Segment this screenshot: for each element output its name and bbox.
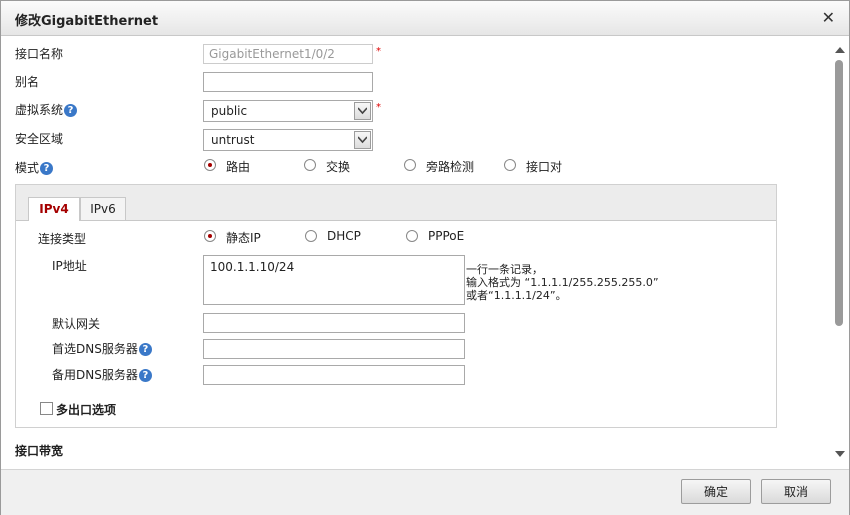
gateway-label: 默认网关 — [52, 317, 101, 331]
mode-radio-switch[interactable] — [304, 159, 316, 171]
help-icon[interactable]: ? — [40, 162, 54, 175]
dns2-label: 备用DNS服务器? — [52, 366, 152, 383]
ok-button[interactable]: 确定 — [681, 479, 751, 504]
conn-radio-static[interactable] — [204, 230, 216, 242]
help-icon[interactable]: ? — [138, 369, 152, 382]
multi-egress-checkbox[interactable] — [40, 402, 53, 415]
content-scrollbar[interactable] — [831, 36, 849, 468]
scroll-down-icon[interactable] — [834, 448, 846, 458]
scrollbar-thumb[interactable] — [835, 60, 843, 326]
mode-option-pair-label: 接口对 — [526, 160, 563, 174]
dialog-title: 修改GigabitEthernet — [15, 14, 159, 29]
mode-radio-pair[interactable] — [504, 159, 516, 171]
interface-name-label: 接口名称 — [15, 47, 64, 61]
dns1-input[interactable] — [203, 339, 465, 359]
vsys-label-text: 虚拟系统 — [15, 103, 64, 117]
zone-select-value: untrust — [211, 133, 255, 147]
mode-radio-route[interactable] — [204, 159, 216, 171]
tab-ipv4[interactable]: IPv4 — [28, 197, 80, 221]
cancel-button[interactable]: 取消 — [761, 479, 831, 504]
ip-address-label: IP地址 — [52, 259, 87, 273]
vsys-label: 虚拟系统? — [15, 101, 78, 118]
mode-option-bypass-label: 旁路检测 — [426, 160, 475, 174]
mode-option-route-label: 路由 — [226, 160, 251, 174]
conn-option-pppoe-label: PPPoE — [428, 229, 465, 243]
dns1-label: 首选DNS服务器? — [52, 340, 152, 357]
ip-config-panel: IPv4 IPv6 连接类型 静态IP DHCP PPPoE IP地址 100.… — [15, 184, 777, 428]
dns2-input[interactable] — [203, 365, 465, 385]
conn-radio-dhcp[interactable] — [305, 230, 317, 242]
dialog-footer: 确定 取消 — [1, 469, 849, 515]
scroll-up-icon[interactable] — [834, 44, 846, 54]
alias-input[interactable] — [203, 72, 373, 92]
required-mark: * — [376, 102, 381, 113]
conn-option-static-label: 静态IP — [226, 231, 261, 245]
edit-interface-dialog: 修改GigabitEthernet ✕ 接口名称 GigabitEthernet… — [0, 0, 850, 515]
gateway-input[interactable] — [203, 313, 465, 333]
conn-radio-pppoe[interactable] — [406, 230, 418, 242]
zone-label: 安全区域 — [15, 132, 64, 146]
help-icon[interactable]: ? — [138, 343, 152, 356]
tab-ipv6[interactable]: IPv6 — [80, 197, 126, 220]
tab-strip: IPv4 IPv6 — [16, 185, 776, 221]
bandwidth-section-title: 接口带宽 — [15, 444, 64, 458]
vsys-select-value: public — [211, 104, 248, 118]
dialog-titlebar: 修改GigabitEthernet ✕ — [1, 1, 849, 36]
chevron-down-icon[interactable] — [354, 131, 371, 149]
conn-type-label: 连接类型 — [38, 232, 87, 246]
mode-radio-bypass[interactable] — [404, 159, 416, 171]
ip-format-hint-line2: 输入格式为 “1.1.1.1/255.255.255.0” — [466, 276, 659, 289]
ip-format-hint-line1: 一行一条记录， — [466, 263, 543, 276]
mode-label-text: 模式 — [15, 161, 40, 175]
zone-select[interactable]: untrust — [203, 129, 373, 151]
mode-label: 模式? — [15, 159, 54, 176]
alias-label: 别名 — [15, 75, 40, 89]
dialog-content: 接口名称 GigabitEthernet1/0/2 * 别名 虚拟系统? pub… — [1, 36, 831, 468]
close-icon[interactable]: ✕ — [822, 8, 835, 27]
dns2-label-text: 备用DNS服务器 — [52, 368, 138, 382]
interface-name-field: GigabitEthernet1/0/2 — [203, 44, 373, 64]
help-icon[interactable]: ? — [64, 104, 78, 117]
ip-format-hint-line3: 或者“1.1.1.1/24”。 — [466, 289, 567, 302]
dns1-label-text: 首选DNS服务器 — [52, 342, 138, 356]
mode-option-switch-label: 交换 — [326, 160, 351, 174]
required-mark: * — [376, 46, 381, 57]
conn-option-dhcp-label: DHCP — [327, 229, 361, 243]
chevron-down-icon[interactable] — [354, 102, 371, 120]
multi-egress-label: 多出口选项 — [56, 403, 117, 417]
ip-address-textarea[interactable]: 100.1.1.10/24 — [203, 255, 465, 305]
vsys-select[interactable]: public — [203, 100, 373, 122]
